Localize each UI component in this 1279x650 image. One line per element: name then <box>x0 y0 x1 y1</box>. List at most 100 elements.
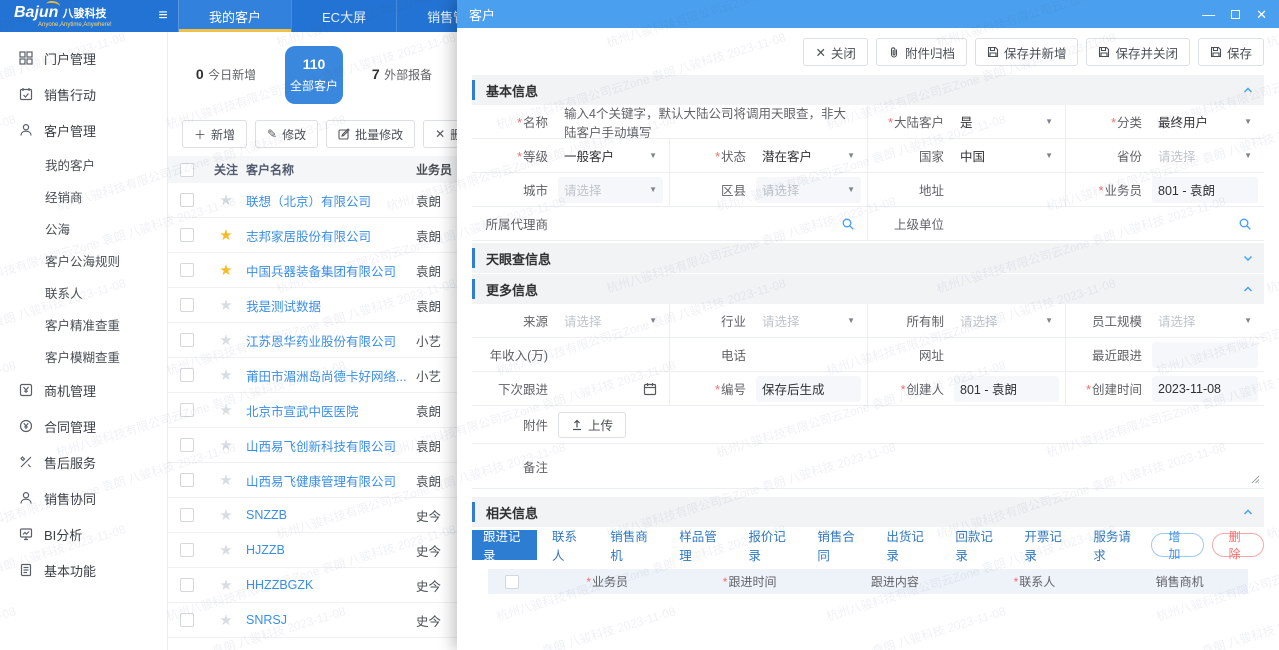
close-button[interactable]: ✕关闭 <box>803 38 868 66</box>
related-tab[interactable]: 开票记录 <box>1013 530 1078 560</box>
chevron-up-icon[interactable] <box>1242 84 1254 96</box>
star-icon[interactable]: ★ <box>219 543 232 558</box>
ownership-select[interactable]: 请选择▼ <box>954 308 1059 334</box>
parent-unit-lookup-input[interactable] <box>954 211 1258 237</box>
sidebar-item-contract[interactable]: 合同管理 <box>0 408 167 444</box>
related-tab[interactable]: 样品管理 <box>668 530 733 560</box>
star-icon[interactable]: ★ <box>219 333 232 348</box>
maximize-icon[interactable] <box>1231 10 1240 19</box>
district-select[interactable]: 请选择▼ <box>756 177 861 203</box>
customer-name-link[interactable]: HJZZB <box>246 543 416 557</box>
customer-name-link[interactable]: 北京市宣武中医医院 <box>246 401 416 420</box>
chevron-up-icon[interactable] <box>1242 506 1254 518</box>
add-button[interactable]: ＋新增 <box>182 120 247 148</box>
star-icon[interactable]: ★ <box>219 438 232 453</box>
agent-lookup-input[interactable] <box>558 211 861 237</box>
category-select[interactable]: 最终用户▼ <box>1152 109 1258 135</box>
sidebar-item-after-sales[interactable]: 售后服务 <box>0 444 167 480</box>
close-icon[interactable]: ✕ <box>1256 8 1267 21</box>
sidebar-item-sales-action[interactable]: 销售行动 <box>0 76 167 112</box>
name-input[interactable]: 输入4个关键字，默认大陆公司将调用天眼查，非大陆客户手动填写 <box>558 109 861 135</box>
subtable-select-all-checkbox[interactable] <box>505 575 519 589</box>
star-icon[interactable]: ★ <box>219 368 232 383</box>
stat-card[interactable]: 7 外部报备 <box>358 66 446 84</box>
staff-size-select[interactable]: 请选择▼ <box>1152 308 1258 334</box>
select-all-checkbox[interactable] <box>180 163 194 177</box>
row-checkbox[interactable] <box>180 193 194 207</box>
related-tab[interactable]: 出货记录 <box>875 530 940 560</box>
chevron-up-icon[interactable] <box>1242 283 1254 295</box>
minimize-icon[interactable]: — <box>1202 8 1215 21</box>
status-select[interactable]: 潜在客户▼ <box>756 143 861 169</box>
stat-card[interactable]: 0 今日新增 <box>182 66 270 84</box>
row-checkbox[interactable] <box>180 438 194 452</box>
search-icon[interactable] <box>1238 217 1252 231</box>
sidebar-item-contacts[interactable]: 联系人 <box>0 276 167 308</box>
city-select[interactable]: 请选择▼ <box>558 177 663 203</box>
calendar-icon[interactable] <box>643 382 657 396</box>
annual-income-input[interactable] <box>558 342 663 368</box>
related-tab[interactable]: 销售商机 <box>599 530 664 560</box>
sidebar-item-customer-mgmt[interactable]: 客户管理 <box>0 112 167 148</box>
sidebar-item-opportunity[interactable]: 商机管理 <box>0 372 167 408</box>
edit-button[interactable]: ✎修改 <box>255 120 318 148</box>
row-checkbox[interactable] <box>180 543 194 557</box>
address-input[interactable] <box>954 177 1059 203</box>
nav-tab[interactable]: 我的客户 <box>178 0 291 32</box>
customer-name-link[interactable]: SNRSJ <box>246 613 416 627</box>
related-tab[interactable]: 销售合同 <box>806 530 871 560</box>
customer-name-link[interactable]: 江苏恩华药业股份有限公司 <box>246 331 416 350</box>
star-icon[interactable]: ★ <box>219 263 232 278</box>
sidebar-item-public-sea[interactable]: 公海 <box>0 212 167 244</box>
sidebar-item-public-sea-rules[interactable]: 客户公海规则 <box>0 244 167 276</box>
related-delete-button[interactable]: 删除 <box>1212 533 1264 557</box>
customer-name-link[interactable]: 我是测试数据 <box>246 296 416 315</box>
mainland-select[interactable]: 是▼ <box>954 109 1059 135</box>
row-checkbox[interactable] <box>180 473 194 487</box>
upload-button[interactable]: 上传 <box>558 412 626 438</box>
row-checkbox[interactable] <box>180 298 194 312</box>
customer-name-link[interactable]: 莆田市湄洲岛尚德卡好网络... <box>246 366 416 385</box>
customer-name-link[interactable]: 中国兵器装备集团有限公司 <box>246 261 416 280</box>
star-icon[interactable]: ★ <box>219 228 232 243</box>
customer-name-link[interactable]: 山西易飞健康管理有限公司 <box>246 471 416 490</box>
nav-tab[interactable]: EC大屏 <box>291 0 396 32</box>
sidebar-item-precise-dedup[interactable]: 客户精准查重 <box>0 308 167 340</box>
star-icon[interactable]: ★ <box>219 508 232 523</box>
related-tab[interactable]: 跟进记录 <box>472 530 537 560</box>
related-tab[interactable]: 服务请求 <box>1082 530 1147 560</box>
star-icon[interactable]: ★ <box>219 193 232 208</box>
owner-input[interactable]: 801 - 袁朗 <box>1152 177 1258 203</box>
customer-name-link[interactable]: 山西易飞创新科技有限公司 <box>246 436 416 455</box>
row-checkbox[interactable] <box>180 403 194 417</box>
chevron-down-icon[interactable] <box>1242 252 1254 264</box>
save-button[interactable]: 保存 <box>1198 38 1264 66</box>
sidebar-item-portal[interactable]: 门户管理 <box>0 40 167 76</box>
resize-handle[interactable] <box>1251 475 1260 484</box>
save-close-button[interactable]: 保存并关闭 <box>1086 38 1190 66</box>
sidebar-item-dealers[interactable]: 经销商 <box>0 180 167 212</box>
menu-toggle-icon[interactable]: ≡ <box>148 0 178 32</box>
phone-input[interactable] <box>756 342 861 368</box>
customer-name-link[interactable]: HHZZBGZK <box>246 578 416 592</box>
row-checkbox[interactable] <box>180 263 194 277</box>
sidebar-item-basic[interactable]: 基本功能 <box>0 552 167 588</box>
country-select[interactable]: 中国▼ <box>954 143 1059 169</box>
related-add-button[interactable]: 增加 <box>1151 533 1203 557</box>
row-checkbox[interactable] <box>180 228 194 242</box>
attachment-archive-button[interactable]: 附件归档 <box>876 38 967 66</box>
customer-name-link[interactable]: SNZZB <box>246 508 416 522</box>
customer-name-link[interactable]: 志邦家居股份有限公司 <box>246 226 416 245</box>
next-follow-date-input[interactable] <box>558 376 663 402</box>
batch-edit-button[interactable]: 批量修改 <box>326 120 415 148</box>
row-checkbox[interactable] <box>180 613 194 627</box>
province-select[interactable]: 请选择▼ <box>1152 143 1258 169</box>
search-icon[interactable] <box>841 217 855 231</box>
star-icon[interactable]: ★ <box>219 298 232 313</box>
sidebar-item-my-customers[interactable]: 我的客户 <box>0 148 167 180</box>
related-tab[interactable]: 报价记录 <box>737 530 802 560</box>
sidebar-item-fuzzy-dedup[interactable]: 客户模糊查重 <box>0 340 167 372</box>
save-new-button[interactable]: 保存并新增 <box>975 38 1079 66</box>
stat-card[interactable]: 110 全部客户 <box>270 46 358 104</box>
website-input[interactable] <box>954 342 1059 368</box>
